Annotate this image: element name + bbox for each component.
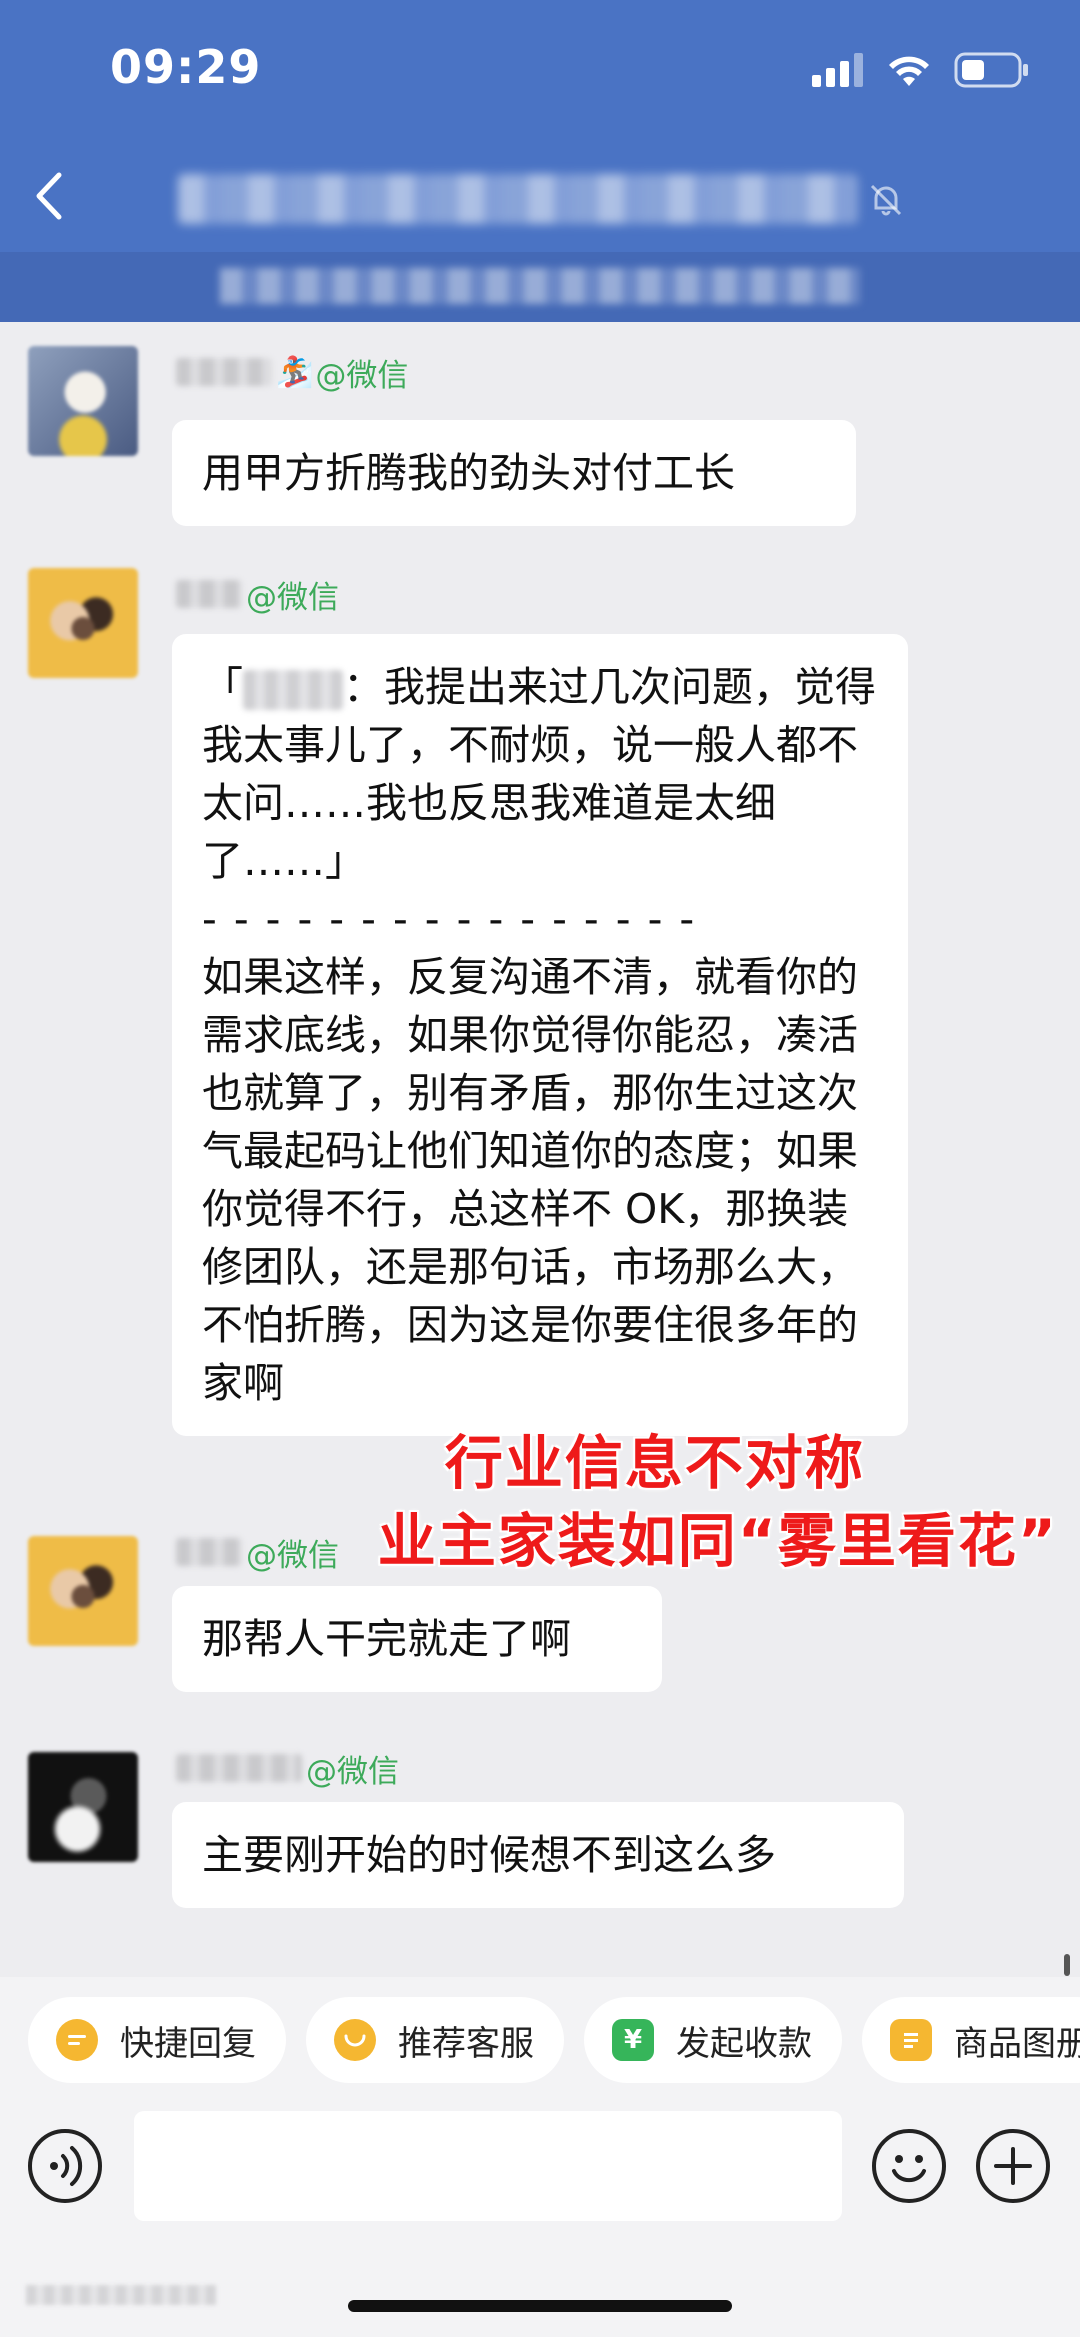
message-bubble[interactable]: 主要刚开始的时候想不到这么多 <box>172 1802 904 1908</box>
message-text: 用甲方折腾我的劲头对付工长 <box>202 449 735 497</box>
more-button[interactable] <box>976 2129 1050 2203</box>
header: 09:29 <box>0 0 1080 322</box>
sender-name: @微信 <box>176 574 339 616</box>
message-bubble[interactable]: 「：我提出来过几次问题，觉得我太事儿了，不耐烦，说一般人都不太问……我也反思我难… <box>172 634 908 1436</box>
avatar[interactable] <box>28 568 138 678</box>
avatar[interactable] <box>28 1536 138 1646</box>
emoji-icon <box>892 2155 926 2183</box>
sender-name: @微信 <box>176 1532 339 1574</box>
watermark-blurred <box>26 2285 216 2305</box>
back-button[interactable] <box>18 166 78 226</box>
plus-icon <box>994 2147 1032 2185</box>
status-bar: 09:29 <box>0 0 1080 140</box>
quoted-message: 「：我提出来过几次问题，觉得我太事儿了，不耐烦，说一般人都不太问……我也反思我难… <box>202 658 878 890</box>
request-payment-button[interactable]: ¥ 发起收款 <box>584 1997 842 2083</box>
product-catalog-button[interactable]: 商品图册 <box>862 1997 1080 2083</box>
quick-action-bar[interactable]: 快捷回复 推荐客服 ¥ 发起收款 商品图册 <box>0 1997 1080 2083</box>
sender-suffix: @微信 <box>246 1537 339 1574</box>
quick-action-label: 商品图册 <box>954 2023 1080 2064</box>
message-text: 如果这样，反复沟通不清，就看你的需求底线，如果你觉得你能忍，凑活也就算了，别有矛… <box>202 953 858 1407</box>
quick-action-label: 发起收款 <box>676 2023 812 2064</box>
sender-emoji: 🏂 <box>276 354 314 390</box>
sender-name-blurred <box>176 1538 242 1566</box>
wifi-icon <box>889 56 929 86</box>
avatar[interactable] <box>28 1752 138 1862</box>
group-notice-text <box>220 268 860 304</box>
message-text: 主要刚开始的时候想不到这么多 <box>202 1831 776 1879</box>
sender-suffix: @微信 <box>246 579 339 616</box>
yen-icon: ¥ <box>612 2019 654 2061</box>
group-notice-bar[interactable] <box>0 252 1080 322</box>
smile-icon <box>334 2019 376 2061</box>
quick-action-label: 快捷回复 <box>120 2023 256 2064</box>
recommend-agent-button[interactable]: 推荐客服 <box>306 1997 564 2083</box>
voice-button[interactable] <box>28 2129 102 2203</box>
sender-name: 🏂 @微信 <box>176 352 409 394</box>
quote-open-mark: 「 <box>202 663 243 711</box>
voice-icon <box>50 2146 83 2186</box>
battery-icon <box>954 52 1028 88</box>
message-input[interactable] <box>134 2111 842 2221</box>
status-time: 09:29 <box>110 40 262 94</box>
emoji-button[interactable] <box>872 2129 946 2203</box>
scrollbar-thumb[interactable] <box>1064 1954 1070 1976</box>
quoted-name-blurred <box>243 670 343 710</box>
message-text: 那帮人干完就走了啊 <box>202 1615 571 1663</box>
bottom-panel: 快捷回复 推荐客服 ¥ 发起收款 商品图册 <box>0 1977 1080 2337</box>
input-row <box>0 2107 1080 2227</box>
chevron-left-icon <box>36 172 62 220</box>
nav-bar <box>0 140 1080 252</box>
chat-area[interactable]: 🏂 @微信 用甲方折腾我的劲头对付工长 @微信 「：我提出来过几次问题，觉得我太… <box>0 322 1080 1977</box>
sender-name: @微信 <box>176 1748 399 1790</box>
sender-name-blurred <box>176 1754 302 1782</box>
quick-action-label: 推荐客服 <box>398 2023 534 2064</box>
sender-name-blurred <box>176 580 242 608</box>
quote-divider: - - - - - - - - - - - - - - - - <box>202 895 697 943</box>
sender-suffix: @微信 <box>315 357 409 394</box>
catalog-icon <box>890 2019 932 2061</box>
quick-reply-button[interactable]: 快捷回复 <box>28 1997 286 2083</box>
signal-icon <box>812 53 863 87</box>
overlay-caption: 行业信息不对称 业主家装如同“雾里看花” <box>378 1424 1058 1580</box>
overlay-caption-line1: 行业信息不对称 <box>444 1429 865 1497</box>
chat-title <box>178 174 858 224</box>
sender-name-blurred <box>176 358 272 386</box>
avatar[interactable] <box>28 346 138 456</box>
message-icon <box>56 2019 98 2061</box>
sender-suffix: @微信 <box>306 1753 399 1790</box>
message-bubble[interactable]: 用甲方折腾我的劲头对付工长 <box>172 420 856 526</box>
status-icons <box>812 48 1030 92</box>
bell-slash-icon <box>870 184 902 216</box>
message-bubble[interactable]: 那帮人干完就走了啊 <box>172 1586 662 1692</box>
home-indicator[interactable] <box>348 2300 732 2312</box>
overlay-caption-line2: 业主家装如同“雾里看花” <box>377 1507 1058 1575</box>
